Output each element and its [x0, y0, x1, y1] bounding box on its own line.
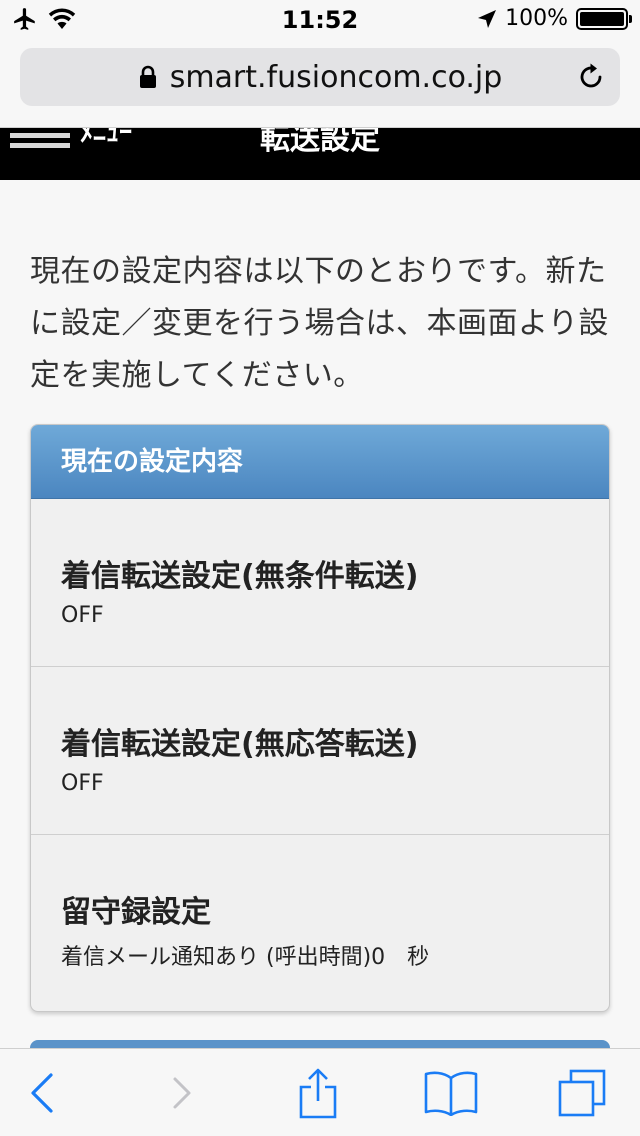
browser-toolbar — [0, 1048, 640, 1136]
share-icon — [299, 1068, 337, 1119]
url-display[interactable]: smart.fusioncom.co.jp — [20, 48, 620, 106]
back-button[interactable] — [16, 1067, 68, 1119]
page-title: 転送設定 — [260, 128, 380, 157]
setting-value: 着信メール通知あり (呼出時間)0 秒 — [61, 945, 430, 970]
url-text: smart.fusioncom.co.jp — [169, 59, 503, 95]
settings-card: 現在の設定内容 着信転送設定(無条件転送) OFF 着信転送設定(無応答転送) … — [30, 424, 610, 1012]
setting-row-voicemail: 留守録設定 着信メール通知あり (呼出時間)0 秒 — [31, 835, 609, 1003]
forward-button[interactable] — [156, 1067, 208, 1119]
tabs-icon — [558, 1069, 606, 1117]
share-button[interactable] — [292, 1067, 344, 1119]
lock-icon — [139, 65, 156, 88]
tabs-button[interactable] — [556, 1067, 608, 1119]
chevron-right-icon — [173, 1077, 191, 1109]
setting-value: OFF — [61, 603, 104, 628]
safari-screen: 11:52 100% smart.fusioncom.co.jp ﾒﾆｭｰ 転送… — [0, 0, 640, 1136]
battery-icon — [576, 7, 632, 30]
setting-value: OFF — [61, 771, 104, 796]
reload-icon[interactable] — [576, 62, 606, 92]
setting-row-unconditional-forward: 着信転送設定(無条件転送) OFF — [31, 499, 609, 667]
bookmarks-icon — [424, 1071, 478, 1116]
setting-row-no-answer-forward: 着信転送設定(無応答転送) OFF — [31, 667, 609, 835]
address-bar[interactable]: smart.fusioncom.co.jp — [20, 48, 620, 106]
setting-label: 着信転送設定(無条件転送) — [61, 559, 419, 594]
status-right: 100% — [477, 6, 632, 31]
chevron-left-icon — [31, 1073, 53, 1113]
location-arrow-icon — [478, 9, 497, 28]
setting-label: 着信転送設定(無応答転送) — [61, 727, 419, 762]
page-header: ﾒﾆｭｰ 転送設定 — [0, 128, 640, 180]
status-bar: 11:52 100% — [0, 0, 640, 40]
battery-percent: 100% — [505, 6, 568, 31]
settings-card-title: 現在の設定内容 — [31, 425, 609, 499]
bookmarks-button[interactable] — [420, 1067, 482, 1119]
intro-text: 現在の設定内容は以下のとおりです。新たに設定／変更を行う場合は、本画面より設定を… — [30, 254, 609, 393]
setting-label: 留守録設定 — [61, 895, 211, 930]
